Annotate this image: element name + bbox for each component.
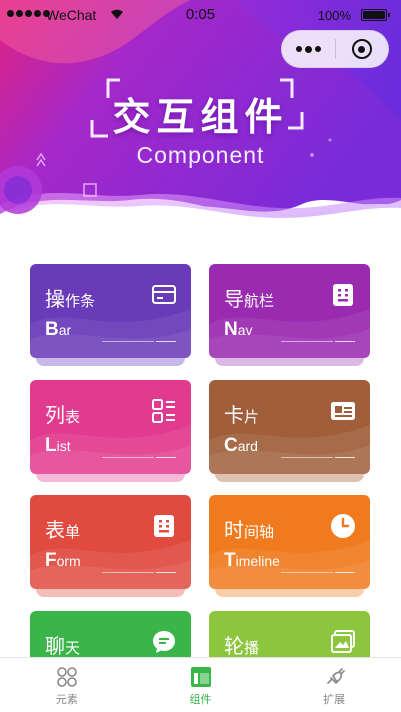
extension-icon bbox=[327, 668, 345, 684]
card-title-small: 片 bbox=[244, 409, 260, 426]
status-bar: WeChat 0:05 100% bbox=[0, 0, 401, 30]
page-title: 交互组件 bbox=[112, 97, 289, 139]
card-card[interactable]: 卡片 Card bbox=[209, 380, 370, 474]
card-title-small: 单 bbox=[65, 524, 81, 541]
card-title-small: 间轴 bbox=[244, 524, 275, 541]
card-title-big: 时 bbox=[224, 520, 244, 542]
card-sub-small: ist bbox=[56, 438, 71, 454]
card-title-small: 天 bbox=[65, 640, 81, 657]
page-subtitle: Component bbox=[136, 142, 265, 168]
card-nav[interactable]: 导航栏 Nav bbox=[209, 264, 370, 358]
tab-label: 组件 bbox=[189, 694, 212, 706]
list-icon bbox=[152, 399, 175, 423]
card-title-big: 导 bbox=[224, 289, 244, 311]
tab-component[interactable]: 组件 bbox=[134, 658, 268, 712]
card-sub-small: orm bbox=[56, 553, 81, 569]
card-list[interactable]: 列表 List bbox=[30, 380, 191, 474]
card-form[interactable]: 表单 Form bbox=[30, 495, 191, 589]
card-title-big: 卡 bbox=[224, 405, 244, 427]
chat-icon bbox=[153, 631, 175, 653]
miniprogram-capsule bbox=[281, 30, 389, 68]
card-title-small: 航栏 bbox=[244, 293, 275, 310]
navigation-icon bbox=[333, 284, 353, 306]
card-sub-big: L bbox=[45, 435, 57, 456]
card-sub-big: N bbox=[224, 319, 238, 340]
more-dots-icon[interactable] bbox=[282, 31, 335, 67]
card-bar[interactable]: 操作条 Bar bbox=[30, 264, 191, 358]
battery-percent: 100% bbox=[317, 8, 351, 23]
elements-icon bbox=[57, 667, 77, 687]
form-icon bbox=[154, 515, 174, 537]
card-title-big: 表 bbox=[45, 520, 65, 542]
card-icon bbox=[152, 285, 176, 304]
card-title-big: 操 bbox=[45, 289, 65, 311]
card-title-big: 列 bbox=[45, 405, 65, 427]
card-timeline[interactable]: 时间轴 Timeline bbox=[209, 495, 370, 589]
card-title-big: 轮 bbox=[224, 636, 244, 658]
tab-elements[interactable]: 元素 bbox=[0, 658, 134, 712]
card-sub-big: C bbox=[224, 435, 238, 456]
card-sub-small: ar bbox=[58, 322, 72, 338]
card-sub-big: F bbox=[45, 550, 57, 571]
bottom-tab-bar: 元素 组件 扩展 bbox=[0, 657, 401, 712]
card-title-small: 作条 bbox=[65, 293, 96, 310]
component-icon bbox=[190, 667, 211, 687]
card-sub-big: T bbox=[224, 550, 236, 571]
card-title-small: 表 bbox=[65, 409, 81, 426]
close-circle-icon[interactable] bbox=[335, 31, 388, 67]
tab-label: 扩展 bbox=[323, 694, 346, 706]
image-swiper-icon bbox=[331, 630, 355, 653]
battery-icon bbox=[361, 9, 390, 21]
tab-extension[interactable]: 扩展 bbox=[267, 658, 401, 712]
card-sub-small: ard bbox=[237, 438, 258, 454]
card-sub-big: B bbox=[45, 319, 59, 340]
id-card-icon bbox=[331, 402, 355, 420]
card-sub-small: imeline bbox=[235, 553, 280, 569]
card-sub-small: av bbox=[237, 322, 253, 338]
card-title-big: 聊 bbox=[45, 636, 65, 658]
clock-icon bbox=[331, 514, 355, 538]
card-title-small: 播 bbox=[244, 640, 260, 657]
tab-label: 元素 bbox=[55, 694, 78, 706]
